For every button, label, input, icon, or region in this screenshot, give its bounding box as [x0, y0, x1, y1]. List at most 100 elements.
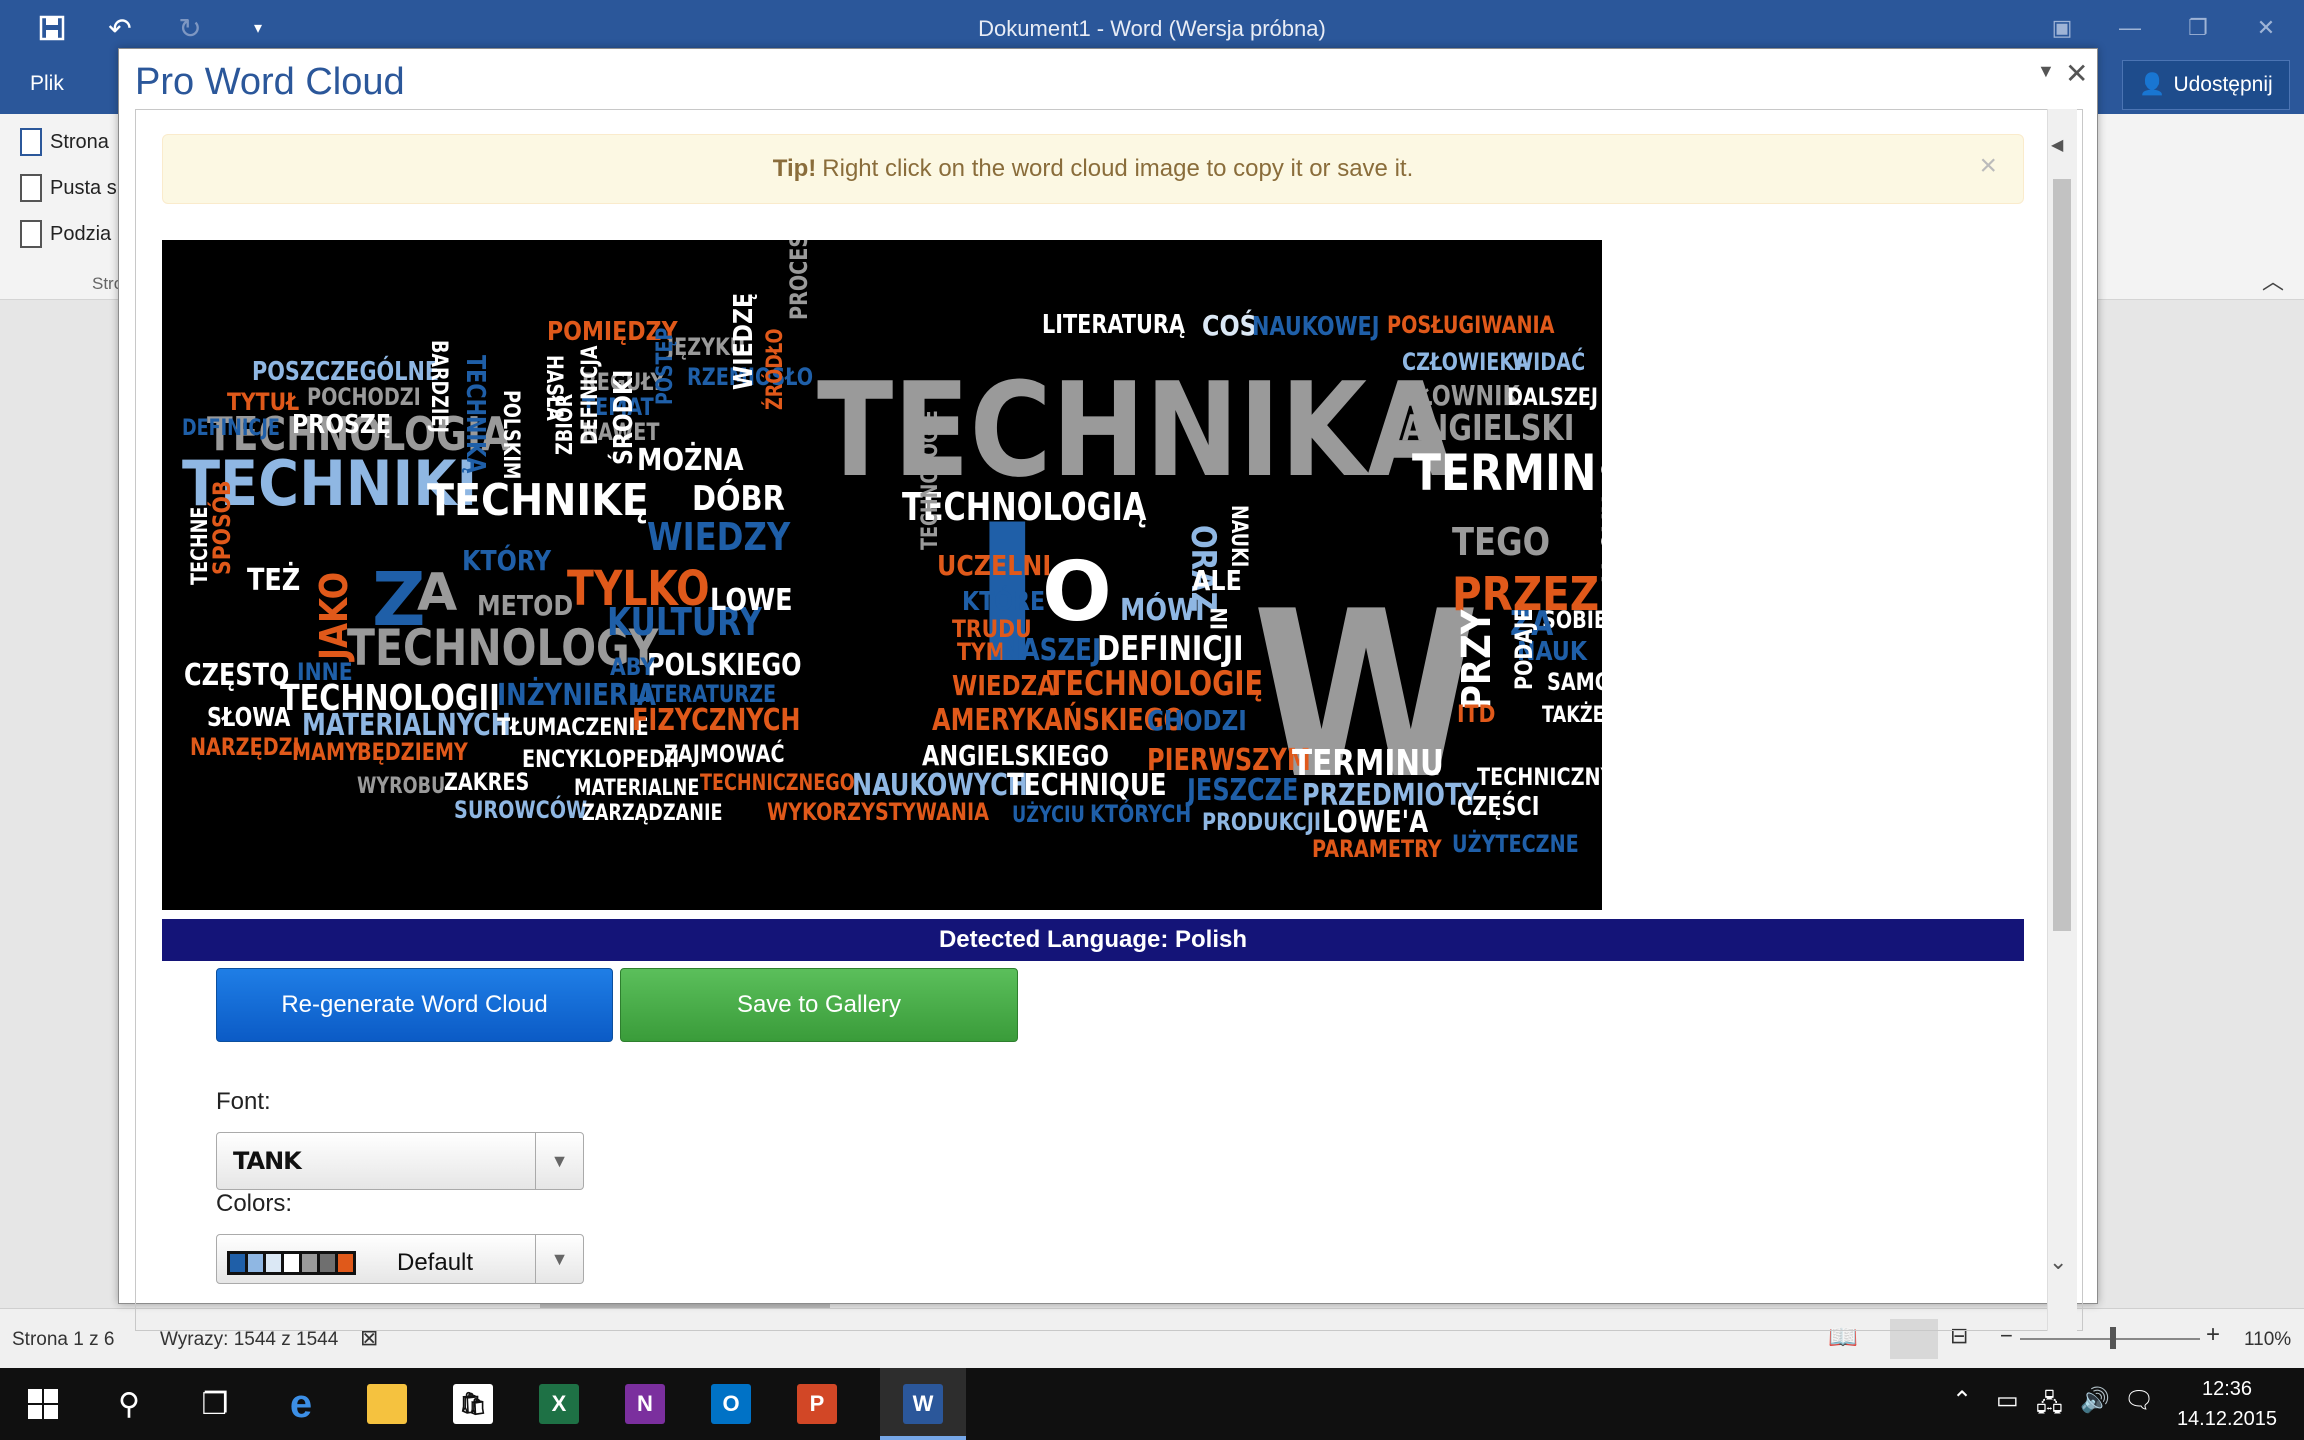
cloud-word: POSŁUGIWANIA [1387, 312, 1555, 340]
zoom-thumb[interactable] [2110, 1327, 2116, 1349]
cloud-word: DEFINICJI [1097, 629, 1243, 668]
cloud-word: METOD [477, 590, 573, 622]
cloud-word: TERMIN [1412, 444, 1596, 502]
colors-select[interactable]: Default ▼ [216, 1234, 584, 1284]
network-icon[interactable]: 🖧 [2036, 1386, 2063, 1427]
outlook-icon[interactable]: O [688, 1368, 774, 1440]
file-explorer-icon[interactable] [344, 1368, 430, 1440]
windows-start-icon[interactable] [0, 1368, 86, 1440]
dropdown-arrow-icon[interactable]: ▼ [535, 1133, 583, 1189]
color-swatch [284, 1254, 299, 1272]
cloud-word: ENCYKLOPEDII [522, 746, 679, 774]
cloud-word: LITERATURĄ [1042, 309, 1186, 340]
cloud-word: SAMO [1547, 669, 1602, 697]
cloud-word: POSTĘP [652, 328, 677, 405]
cloud-word: INNE [297, 658, 353, 686]
cloud-word: POCHODZI [307, 384, 421, 412]
color-swatch [338, 1254, 353, 1272]
tab-file[interactable]: Plik [30, 72, 64, 96]
cloud-word: TECHNIKA [817, 354, 1454, 506]
colors-label: Colors: [216, 1190, 293, 1217]
zoom-in-icon[interactable]: + [2206, 1321, 2220, 1349]
cloud-word: WYROBU [357, 773, 445, 798]
excel-icon[interactable]: X [516, 1368, 602, 1440]
task-view-icon[interactable]: ❐ [172, 1368, 258, 1440]
cloud-word: WIEDZĘ [728, 293, 758, 390]
zoom-level[interactable]: 110% [2244, 1329, 2291, 1351]
cloud-word: NAUKOWEJ [1252, 311, 1379, 342]
restore-icon[interactable]: ❐ [2168, 8, 2228, 48]
share-label: Udostępnij [2173, 73, 2273, 96]
dialog-menu-icon[interactable]: ▼ [2037, 61, 2055, 82]
tip-bold: Tip! [772, 155, 817, 182]
word-count[interactable]: Wyrazy: 1544 z 1544 [160, 1329, 338, 1351]
cloud-word: ZAKRES [444, 769, 529, 797]
cloud-word: SUROWCÓW [454, 796, 587, 825]
cloud-word: TECHNOLOGIE [917, 410, 942, 550]
search-icon[interactable]: ⚲ [86, 1368, 172, 1440]
cloud-word: MATERIALNYCH [302, 708, 511, 742]
cloud-word: BARDZIEJ [426, 340, 451, 433]
share-button[interactable]: 👤 Udostępnij [2122, 60, 2290, 110]
onenote-icon[interactable]: N [602, 1368, 688, 1440]
clock[interactable]: 12:36 14.12.2015 [2172, 1374, 2282, 1434]
close-icon[interactable]: ✕ [2236, 8, 2296, 48]
detected-language-banner: Detected Language: Polish [162, 919, 2024, 961]
word-icon[interactable]: W [880, 1368, 966, 1440]
action-center-icon[interactable]: 🗨 [2124, 1386, 2154, 1415]
cloud-word: ŚRODKI [606, 370, 638, 465]
cloud-word: TYTUŁ [227, 388, 299, 416]
scroll-down-icon[interactable]: ⌄ [2049, 1249, 2067, 1275]
font-label: Font: [216, 1088, 271, 1115]
volume-icon[interactable]: 🔊 [2080, 1386, 2110, 1415]
cloud-word: TECHNIKĄ [460, 355, 491, 474]
cloud-word: MÓWI [1120, 591, 1205, 628]
document-title: Dokument1 - Word (Wersja próbna) [978, 16, 1326, 41]
cloud-word: PRZY [1453, 609, 1499, 710]
scrollbar-thumb[interactable] [2053, 179, 2071, 931]
cloud-word: MAMY [292, 739, 359, 767]
minimize-icon[interactable]: — [2100, 8, 2160, 48]
cloud-word: TYM [957, 638, 1006, 666]
ribbon-blank-page[interactable]: Pusta s [20, 174, 117, 202]
tip-close-icon[interactable]: × [1979, 149, 1997, 183]
dialog-close-icon[interactable]: ✕ [2065, 57, 2088, 90]
ribbon-page-break[interactable]: Podzia [20, 220, 111, 248]
cloud-word: TECHNICZNEGO [700, 770, 855, 795]
cloud-word: CHODZI [1147, 705, 1247, 738]
cloud-word: UCZELNI [937, 550, 1051, 582]
cloud-word: ZARZĄDZANIE [582, 800, 723, 825]
ribbon-cover-page[interactable]: Strona [20, 128, 109, 156]
cloud-word: POSZCZEGÓLNE [252, 356, 439, 387]
regenerate-button[interactable]: Re-generate Word Cloud [216, 968, 613, 1042]
edge-icon[interactable]: e [258, 1368, 344, 1440]
cloud-word: AMERYKAŃSKIEGO [932, 702, 1184, 737]
cloud-word: TECHNOLOGIĘ [1047, 664, 1263, 704]
tip-text: Right click on the word cloud image to c… [822, 155, 1414, 182]
powerpoint-icon[interactable]: P [774, 1368, 860, 1440]
cloud-word: SŁOWA [207, 702, 291, 733]
battery-icon[interactable]: ▭ [1996, 1386, 2019, 1415]
cloud-word: TECHNICZNY [1477, 764, 1602, 792]
scroll-up-icon[interactable]: ◀ [2051, 135, 2063, 155]
dropdown-arrow-icon[interactable]: ▼ [535, 1235, 583, 1283]
cloud-word: KTÓRYCH [1090, 800, 1191, 829]
page-indicator[interactable]: Strona 1 z 6 [12, 1329, 114, 1351]
font-select[interactable]: TANK ▼ [216, 1132, 584, 1190]
page-icon [20, 128, 42, 156]
cloud-word: WIEDZY [647, 516, 791, 560]
cloud-word: NAUKI [1226, 505, 1251, 567]
cloud-word: NAUKOWYCH [852, 768, 1028, 802]
cloud-word: POLSKIM [498, 390, 523, 479]
ribbon-display-icon[interactable]: ▣ [2032, 8, 2092, 48]
save-to-gallery-button[interactable]: Save to Gallery [620, 968, 1018, 1042]
word-cloud-image[interactable]: TECHNIKA W I TECHNIKI TECHNOLOGIA TECHNIKĘ TEC… [162, 240, 1602, 910]
dialog-title: Pro Word Cloud [135, 61, 405, 103]
store-icon[interactable]: 🛍 [430, 1368, 516, 1440]
show-hidden-icons[interactable]: ⌃ [1952, 1386, 1972, 1415]
cloud-word: JAKO [313, 572, 357, 662]
cloud-word: TECHNE [187, 507, 212, 585]
cloud-word: LOWE [710, 582, 793, 618]
collapse-ribbon-icon[interactable]: ︿ [2262, 264, 2284, 296]
blank-page-icon [20, 174, 42, 202]
